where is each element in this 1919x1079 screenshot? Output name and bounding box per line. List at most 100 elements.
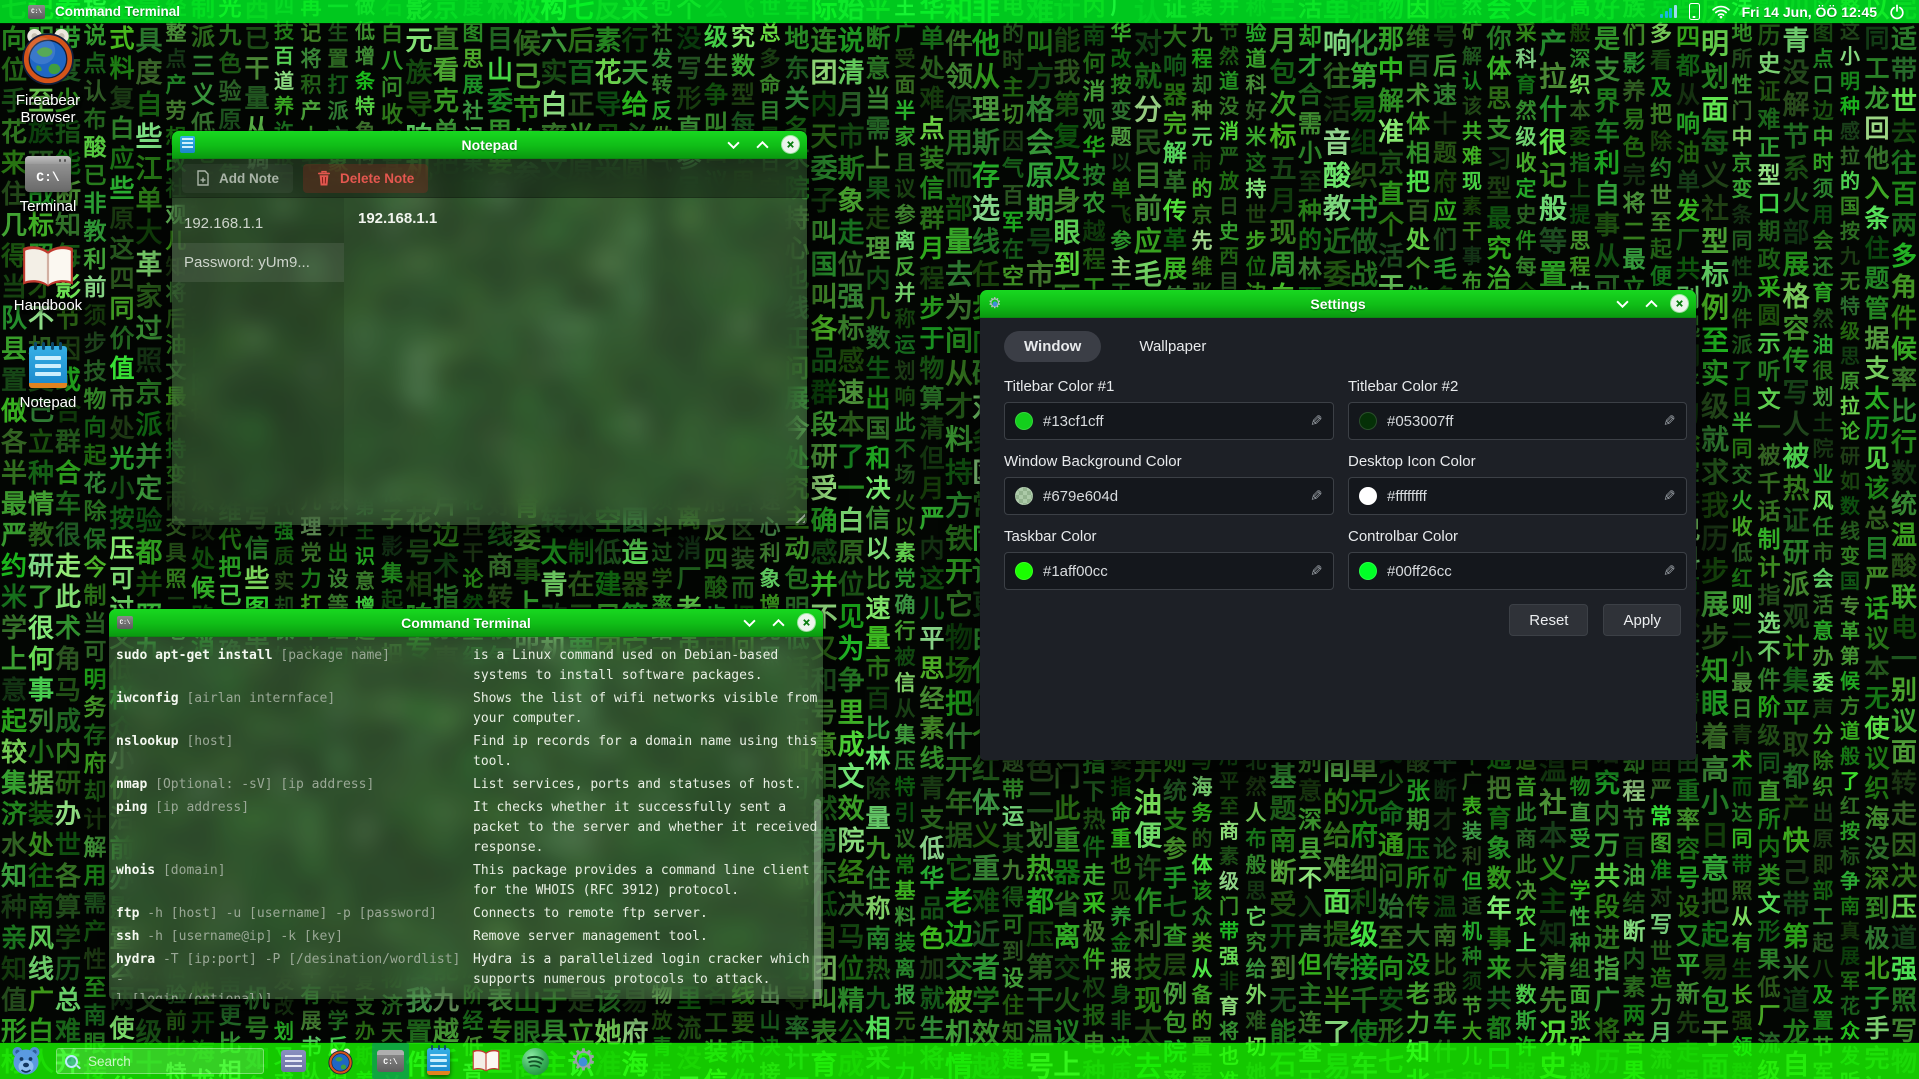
taskbar-terminal[interactable]: C:\	[372, 1043, 409, 1079]
color-value: #679e604d	[1043, 488, 1300, 505]
terminal-description: Connects to remote ftp server.	[473, 904, 823, 924]
taskbar-spotify[interactable]	[519, 1043, 552, 1079]
delete-note-button[interactable]: Delete Note	[303, 164, 428, 193]
field-titlebar-color-1: Titlebar Color #1 #13cf1cff ✎	[1004, 378, 1334, 440]
edit-pencil-icon[interactable]: ✎	[1310, 487, 1323, 505]
terminal-args: [package name]	[273, 648, 390, 663]
edit-pencil-icon[interactable]: ✎	[1310, 562, 1323, 580]
terminal-help-row: sudo apt-get install [package name] is a…	[116, 646, 813, 686]
desktop-icon-notepad[interactable]: Notepad	[20, 346, 77, 411]
terminal-help-row: nslookup [host] Find ip records for a do…	[116, 732, 813, 772]
edit-pencil-icon[interactable]: ✎	[1310, 412, 1323, 430]
edit-pencil-icon[interactable]: ✎	[1663, 562, 1676, 580]
terminal-scrollbar[interactable]	[814, 799, 821, 999]
note-editor[interactable]: 192.168.1.1	[344, 198, 807, 525]
spotify-icon	[522, 1048, 549, 1075]
desktop-icon-label: Handbook	[14, 297, 82, 314]
taskbar-handbook[interactable]	[468, 1043, 504, 1079]
desktop-icon-terminal[interactable]: C:\ Terminal	[20, 156, 77, 215]
color-input-desktop-icon[interactable]: #ffffffff ✎	[1348, 477, 1687, 515]
terminal-command: nmap	[116, 777, 147, 792]
taskbar-settings[interactable]: ⚙	[567, 1043, 600, 1079]
terminal-output[interactable]: sudo apt-get install [package name] is a…	[109, 637, 823, 999]
edit-pencil-icon[interactable]: ✎	[1663, 487, 1676, 505]
taskbar-file-manager[interactable]	[278, 1043, 309, 1079]
reset-button[interactable]: Reset	[1509, 604, 1588, 636]
clock[interactable]: Fri 14 Jun, ÖÖ 12:45	[1742, 4, 1877, 20]
desktop-icon-column: Fireabear Browser C:\ Terminal Handbook …	[6, 28, 90, 427]
maximize-button[interactable]	[753, 136, 771, 154]
terminal-args: -h [host] -u [username] -p [password]	[139, 906, 436, 921]
color-input-taskbar[interactable]: #1aff00cc ✎	[1004, 552, 1334, 590]
notepad-window: Notepad Add Note	[171, 130, 808, 526]
minimize-button[interactable]	[724, 136, 742, 154]
desktop-icon-handbook[interactable]: Handbook	[14, 245, 82, 314]
field-label: Titlebar Color #2	[1348, 378, 1687, 395]
settings-titlebar[interactable]: ⚙ Settings	[980, 290, 1696, 318]
terminal-args: [host]	[179, 734, 234, 749]
field-desktop-icon-color: Desktop Icon Color #ffffffff ✎	[1348, 453, 1687, 515]
terminal-args: [airlan internface]	[179, 691, 336, 706]
color-input-window-background[interactable]: #679e604d ✎	[1004, 477, 1334, 515]
notepad-icon	[29, 346, 67, 388]
note-list-item-title[interactable]: 192.168.1.1	[172, 204, 344, 243]
notes-list: 192.168.1.1 Password: yUm9...	[172, 198, 344, 525]
maximize-button[interactable]	[1642, 295, 1660, 313]
color-swatch	[1359, 412, 1377, 430]
trash-icon	[317, 170, 331, 186]
window-title: Settings	[1310, 296, 1365, 312]
terminal-description: It checks whether it successfully sent a…	[473, 798, 823, 858]
terminal-command: whois	[116, 863, 155, 878]
field-label: Taskbar Color	[1004, 528, 1334, 545]
taskbar-search[interactable]	[56, 1048, 264, 1074]
close-button[interactable]	[798, 614, 815, 631]
tab-wallpaper[interactable]: Wallpaper	[1119, 331, 1226, 362]
terminal-args: [domain]	[155, 863, 225, 878]
desktop-icon-fireabear-browser[interactable]: Fireabear Browser	[6, 28, 90, 126]
notepad-titlebar[interactable]: Notepad	[172, 131, 807, 159]
wifi-icon[interactable]	[1712, 5, 1730, 19]
terminal-command: ftp	[116, 906, 139, 921]
active-app-title: Command Terminal	[55, 4, 180, 19]
field-label: Desktop Icon Color	[1348, 453, 1687, 470]
tab-window[interactable]: Window	[1004, 331, 1101, 362]
apply-button[interactable]: Apply	[1603, 604, 1681, 636]
add-note-button[interactable]: Add Note	[182, 164, 293, 193]
taskbar-fireabear-browser[interactable]	[324, 1043, 357, 1079]
taskbar-apps: C:\	[278, 1043, 600, 1079]
taskbar-notepad[interactable]	[424, 1043, 453, 1079]
minimize-button[interactable]	[740, 614, 758, 632]
notepad-toolbar: Add Note Delete Note	[172, 159, 807, 198]
color-swatch	[1359, 562, 1377, 580]
terminal-command: hydra	[116, 952, 155, 967]
color-value: #1aff00cc	[1043, 563, 1300, 580]
close-button[interactable]	[782, 136, 799, 153]
minimize-button[interactable]	[1613, 295, 1631, 313]
settings-body: Window Wallpaper Titlebar Color #1 #13cf…	[980, 318, 1696, 760]
note-list-item-preview[interactable]: Password: yUm9...	[172, 243, 344, 282]
add-note-icon	[196, 170, 210, 186]
search-input[interactable]	[86, 1053, 220, 1070]
phone-icon[interactable]	[1689, 3, 1700, 20]
field-taskbar-color: Taskbar Color #1aff00cc ✎	[1004, 528, 1334, 590]
color-input-controlbar[interactable]: #00ff26cc ✎	[1348, 552, 1687, 590]
file-manager-icon	[281, 1050, 306, 1072]
controlbar-left: C:\ Command Terminal	[0, 4, 180, 19]
signal-chart-icon[interactable]	[1660, 5, 1677, 18]
color-value: #053007ff	[1387, 413, 1653, 430]
terminal-titlebar[interactable]: C:\ Command Terminal	[109, 609, 823, 637]
terminal-description: List services, ports and statuses of hos…	[473, 775, 823, 795]
close-button[interactable]	[1671, 295, 1688, 312]
color-swatch	[1015, 487, 1033, 505]
color-value: #00ff26cc	[1387, 563, 1653, 580]
fireabear-globe-icon	[327, 1048, 354, 1075]
terminal-command: iwconfig	[116, 691, 179, 706]
edit-pencil-icon[interactable]: ✎	[1663, 412, 1676, 430]
power-icon[interactable]	[1889, 4, 1905, 20]
color-input-titlebar-2[interactable]: #053007ff ✎	[1348, 402, 1687, 440]
terminal-command: ping	[116, 800, 147, 815]
terminal-args: [Optional: -sV] [ip address]	[147, 777, 374, 792]
start-button[interactable]	[10, 1043, 42, 1079]
maximize-button[interactable]	[769, 614, 787, 632]
color-input-titlebar-1[interactable]: #13cf1cff ✎	[1004, 402, 1334, 440]
